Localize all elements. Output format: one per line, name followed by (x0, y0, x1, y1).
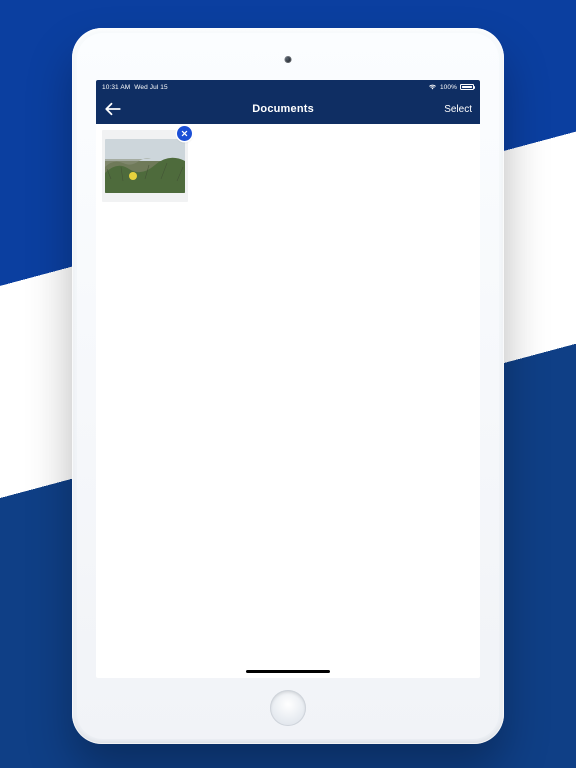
front-camera (285, 56, 292, 63)
document-item[interactable] (102, 130, 188, 202)
arrow-left-icon (104, 101, 122, 117)
screen: 10:31 AM Wed Jul 15 100% Documents Selec… (96, 80, 480, 678)
select-button[interactable]: Select (444, 104, 472, 115)
home-indicator (246, 670, 330, 673)
status-time: 10:31 AM (102, 84, 130, 91)
home-button[interactable] (270, 690, 306, 726)
delete-badge[interactable] (177, 126, 192, 141)
close-icon (181, 130, 188, 137)
battery-icon (460, 84, 474, 90)
status-bar: 10:31 AM Wed Jul 15 100% (96, 80, 480, 94)
back-button[interactable] (104, 101, 122, 117)
battery-pct: 100% (440, 84, 457, 91)
document-preview-image (105, 139, 185, 193)
wifi-icon (428, 83, 437, 92)
status-date: Wed Jul 15 (134, 84, 167, 91)
tablet-frame: 10:31 AM Wed Jul 15 100% Documents Selec… (72, 28, 504, 744)
page-title: Documents (252, 103, 314, 115)
nav-header: Documents Select (96, 94, 480, 124)
document-grid (96, 124, 480, 678)
document-thumbnail (102, 130, 188, 202)
